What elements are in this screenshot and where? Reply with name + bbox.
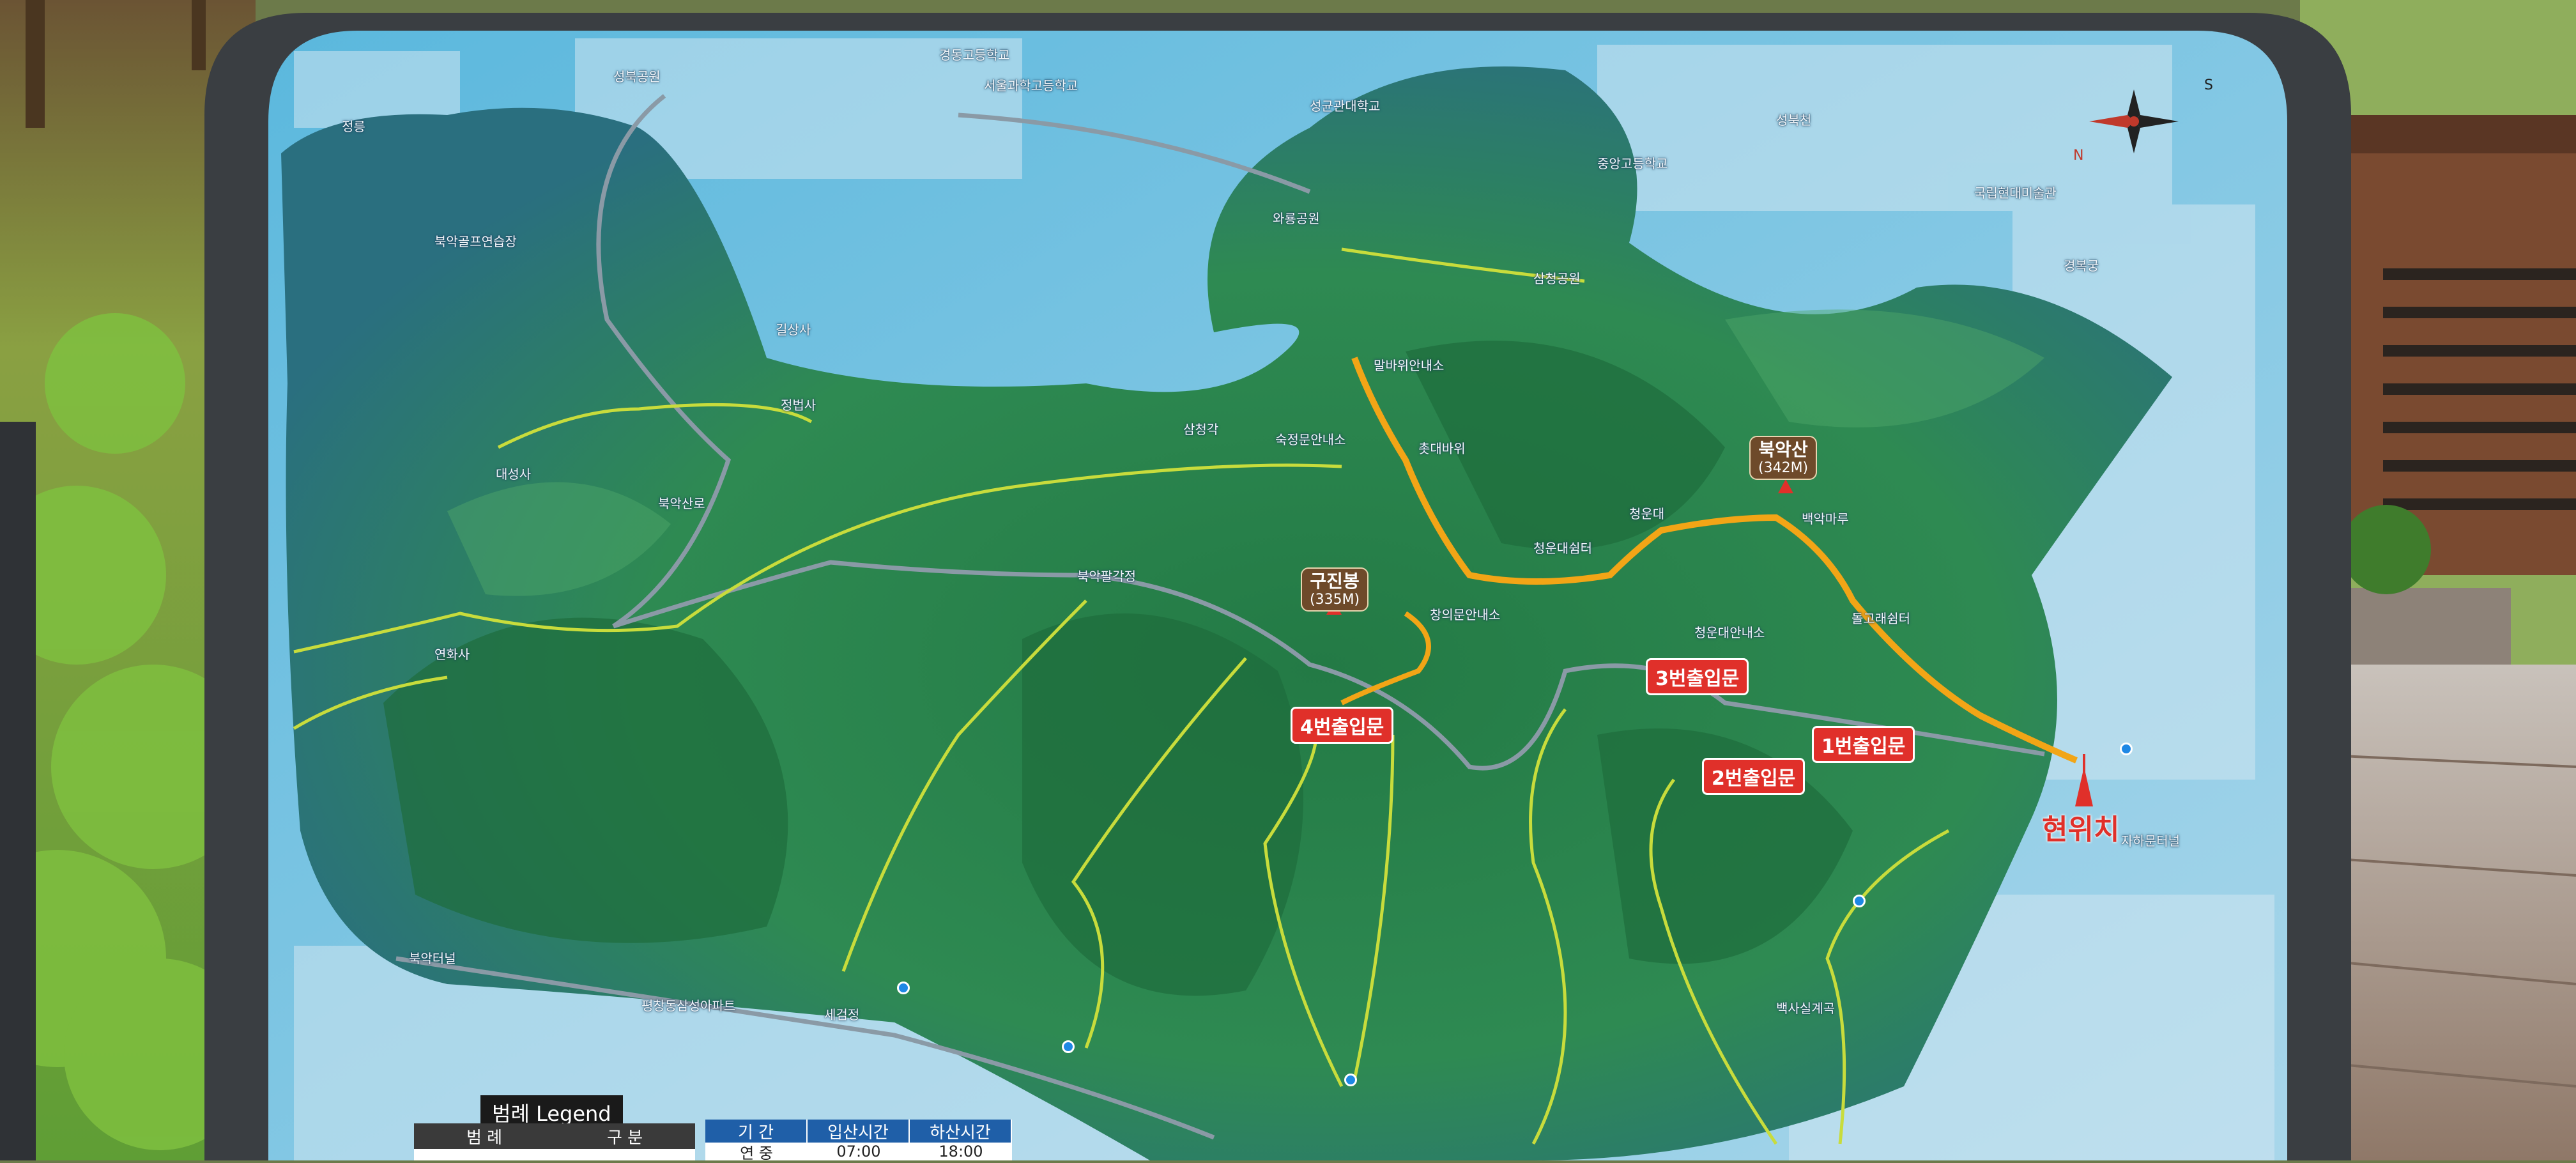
- trail-marker: [897, 982, 910, 994]
- legend-header: 범 례 구 분: [414, 1123, 695, 1149]
- place-label: 성북공원: [613, 69, 661, 84]
- photo-scene: N S 성북공원 정릉 북악골프연습장 대성사 북악산로 연화사 정법사 길상사…: [0, 0, 2576, 1162]
- place-label: 창의문안내소: [1430, 607, 1501, 622]
- you-are-here-label: 현위치: [2042, 813, 2120, 846]
- trail-marker: [2120, 743, 2133, 755]
- place-label: 세검정: [824, 1007, 860, 1022]
- place-label: 북악산로: [658, 496, 705, 511]
- place-label: 백악마루: [1802, 511, 1849, 527]
- place-label: 연화사: [434, 647, 470, 662]
- place-label: 중앙고등학교: [1597, 156, 1668, 171]
- entrance-1-tag: 1번출입문: [1812, 726, 1915, 763]
- hours-col: 입산시간: [808, 1119, 910, 1143]
- place-label: 백사실계곡: [1776, 1001, 1835, 1016]
- hours-cell: 18:00: [939, 1143, 983, 1160]
- place-label: 서울과학고등학교: [984, 78, 1078, 93]
- peak-name: 북악산: [1758, 439, 1808, 460]
- trail-marker: [1344, 1074, 1357, 1086]
- place-label: 성북천: [1776, 112, 1812, 128]
- svg-text:S: S: [2204, 77, 2213, 93]
- place-label: 평창동삼성아파트: [641, 998, 736, 1013]
- place-label: 북악팔각정: [1077, 569, 1136, 584]
- place-label: 정법사: [781, 397, 816, 413]
- peak-label-bugaksan: 북악산 (342M): [1749, 436, 1818, 481]
- hours-table: 기 간 입산시간 하산시간 연 중 07:00 18:00: [705, 1119, 1012, 1162]
- place-label: 청운대쉼터: [1533, 541, 1592, 556]
- place-label: 숙정문안내소: [1275, 432, 1346, 447]
- hours-header: 기 간 입산시간 하산시간: [705, 1119, 1012, 1143]
- hours-col: 하산시간: [910, 1119, 1012, 1143]
- place-label: 정릉: [342, 119, 365, 134]
- legend-table: 범 례 구 분: [414, 1123, 695, 1160]
- hours-col: 기 간: [705, 1119, 808, 1143]
- place-label: 북악터널: [409, 951, 456, 966]
- place-label: 청운대: [1629, 506, 1665, 521]
- legend-col: 구 분: [606, 1128, 643, 1148]
- peak-elevation: (335M): [1310, 592, 1360, 608]
- place-label: 국립현대미술관: [1974, 185, 2057, 201]
- place-label: 경복궁: [2064, 258, 2099, 273]
- place-label: 삼청공원: [1533, 271, 1581, 286]
- place-label: 북악골프연습장: [434, 234, 517, 249]
- background-photo: N S: [0, 0, 2576, 1160]
- place-label: 삼청각: [1183, 422, 1219, 437]
- trail-marker: [1853, 895, 1866, 907]
- hours-row: 연 중 07:00 18:00: [705, 1143, 1012, 1162]
- place-label: 대성사: [496, 466, 532, 482]
- hours-cell: 07:00: [836, 1143, 881, 1160]
- place-label: 길상사: [776, 322, 811, 337]
- peak-label-gujinbong: 구진봉 (335M): [1301, 567, 1369, 612]
- svg-text:N: N: [2073, 148, 2083, 164]
- peak-elevation: (342M): [1758, 460, 1809, 477]
- place-label: 와룡공원: [1273, 211, 1320, 226]
- place-label: 경동고등학교: [939, 47, 1010, 63]
- hours-cell: 연 중: [740, 1144, 773, 1162]
- place-label: 말바위안내소: [1374, 358, 1445, 373]
- legend-col: 범 례: [466, 1128, 503, 1148]
- peak-name: 구진봉: [1310, 571, 1360, 592]
- place-label: 자하문터널: [2121, 833, 2180, 849]
- entrance-2-tag: 2번출입문: [1702, 758, 1805, 795]
- place-label: 촛대바위: [1418, 441, 1466, 456]
- entrance-3-tag: 3번출입문: [1646, 658, 1749, 695]
- place-label: 돌고래쉼터: [1851, 611, 1910, 626]
- place-label: 성균관대학교: [1310, 98, 1381, 114]
- place-label: 청운대안내소: [1694, 625, 1765, 640]
- entrance-4-tag: 4번출입문: [1291, 707, 1394, 744]
- trail-marker: [1062, 1040, 1075, 1053]
